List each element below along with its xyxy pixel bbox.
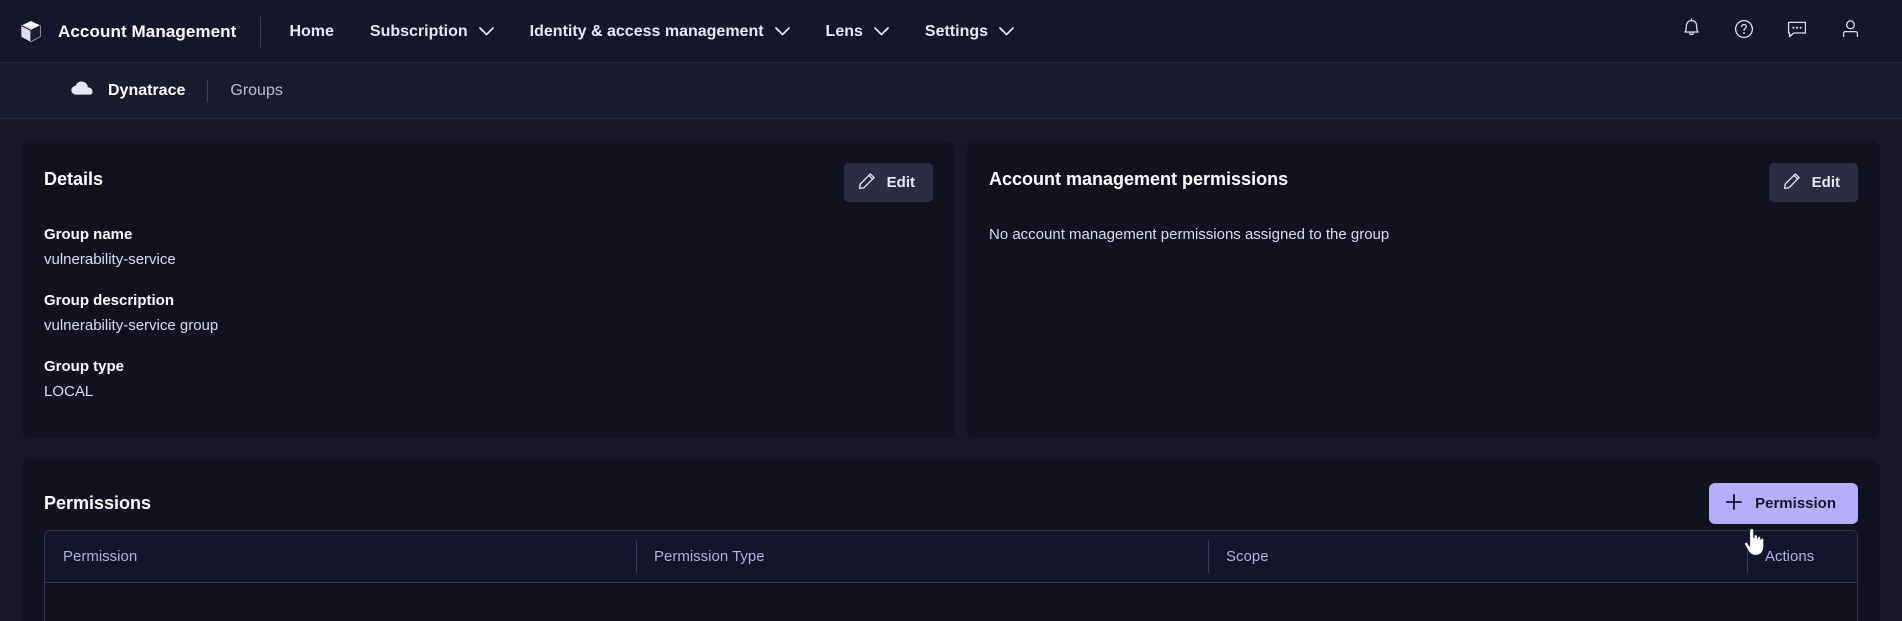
nav-item-home[interactable]: Home bbox=[271, 15, 351, 49]
permissions-table: Permission Permission Type Scope Actions bbox=[44, 530, 1858, 621]
details-edit-label: Edit bbox=[886, 174, 915, 191]
field-value: LOCAL bbox=[44, 383, 94, 400]
column-header-scope[interactable]: Scope bbox=[1208, 531, 1747, 582]
brand-title: Account Management bbox=[58, 21, 237, 41]
notifications-button[interactable] bbox=[1675, 16, 1707, 48]
chevron-down-icon bbox=[478, 27, 494, 36]
account-permissions-edit-label: Edit bbox=[1811, 174, 1840, 191]
plus-icon bbox=[1725, 493, 1743, 514]
details-card: Details Edit Group name vulnerability-se… bbox=[22, 141, 955, 438]
main-nav: Home Subscription Identity & access mana… bbox=[271, 15, 1032, 49]
add-permission-label: Permission bbox=[1755, 494, 1836, 512]
permissions-table-body bbox=[45, 583, 1857, 621]
field-label: Group description bbox=[44, 292, 175, 309]
details-title: Details bbox=[44, 169, 104, 189]
nav-item-settings[interactable]: Settings bbox=[907, 15, 1032, 49]
breadcrumb: Dynatrace Groups bbox=[0, 63, 1902, 119]
field-label: Group name bbox=[44, 226, 133, 243]
account-permissions-edit-button[interactable]: Edit bbox=[1768, 163, 1858, 202]
column-header-permission[interactable]: Permission bbox=[45, 531, 636, 582]
breadcrumb-current-label[interactable]: Groups bbox=[230, 82, 282, 100]
account-permissions-card-header: Account management permissions Edit bbox=[967, 141, 1880, 202]
cloud-icon bbox=[70, 80, 95, 102]
nav-item-label: Settings bbox=[924, 22, 989, 40]
nav-item-lens[interactable]: Lens bbox=[808, 15, 907, 49]
brand-home-link[interactable]: Account Management bbox=[18, 19, 256, 45]
account-management-permissions-card: Account management permissions Edit No a… bbox=[967, 141, 1880, 438]
pencil-icon bbox=[858, 172, 876, 193]
details-card-header: Details Edit bbox=[22, 141, 955, 202]
nav-divider bbox=[260, 16, 262, 47]
permissions-title: Permissions bbox=[44, 492, 152, 513]
cards-row: Details Edit Group name vulnerability-se… bbox=[22, 141, 1880, 438]
user-account-button[interactable] bbox=[1834, 16, 1866, 48]
nav-item-identity-access-management[interactable]: Identity & access management bbox=[512, 15, 808, 49]
breadcrumb-account-label: Dynatrace bbox=[108, 82, 186, 99]
nav-item-subscription[interactable]: Subscription bbox=[352, 15, 512, 49]
permissions-table-header: Permission Permission Type Scope Actions bbox=[45, 531, 1857, 583]
user-account-icon bbox=[1840, 18, 1861, 45]
field-value: vulnerability-service bbox=[44, 251, 176, 268]
details-edit-button[interactable]: Edit bbox=[843, 163, 933, 202]
account-permissions-empty-message: No account management permissions assign… bbox=[989, 226, 1390, 243]
add-permission-button[interactable]: Permission bbox=[1709, 482, 1858, 524]
bell-icon bbox=[1681, 18, 1702, 45]
chevron-down-icon bbox=[874, 27, 889, 36]
permissions-panel-header: Permissions Permission bbox=[44, 460, 1858, 526]
nav-item-label: Home bbox=[289, 22, 334, 40]
account-permissions-title: Account management permissions bbox=[989, 169, 1289, 189]
page-content: Details Edit Group name vulnerability-se… bbox=[0, 119, 1902, 621]
column-header-actions: Actions bbox=[1747, 531, 1857, 582]
field-label: Group type bbox=[44, 358, 125, 375]
dynatrace-cube-icon bbox=[18, 19, 44, 45]
chevron-down-icon bbox=[774, 27, 790, 36]
help-circle-icon bbox=[1733, 18, 1755, 45]
top-navigation-bar: Account Management Home Subscription Ide… bbox=[0, 0, 1902, 63]
pencil-icon bbox=[1783, 172, 1801, 193]
help-button[interactable] bbox=[1728, 16, 1760, 48]
field-group-name: Group name vulnerability-service bbox=[22, 226, 955, 268]
breadcrumb-divider bbox=[207, 80, 209, 102]
feedback-button[interactable] bbox=[1781, 16, 1813, 48]
permissions-panel: Permissions Permission Permission Permis… bbox=[22, 460, 1880, 621]
column-header-permission-type[interactable]: Permission Type bbox=[636, 531, 1208, 582]
nav-item-label: Subscription bbox=[369, 22, 468, 40]
chevron-down-icon bbox=[999, 27, 1014, 36]
field-group-type: Group type LOCAL bbox=[22, 358, 955, 400]
chat-bubble-icon bbox=[1786, 19, 1808, 45]
field-group-description: Group description vulnerability-service … bbox=[22, 292, 955, 334]
field-value: vulnerability-service group bbox=[44, 317, 219, 334]
topbar-actions bbox=[1675, 16, 1878, 48]
nav-item-label: Lens bbox=[825, 22, 863, 40]
nav-item-label: Identity & access management bbox=[529, 22, 764, 40]
breadcrumb-item-account[interactable]: Dynatrace bbox=[70, 80, 185, 102]
